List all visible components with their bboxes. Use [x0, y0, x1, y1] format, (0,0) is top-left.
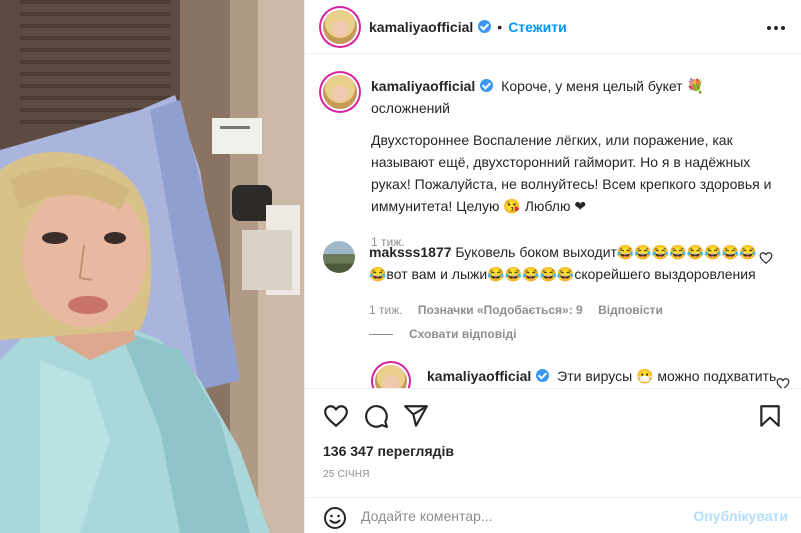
- comment-composer: Опублікувати: [305, 497, 801, 533]
- reply-like-heart-icon[interactable]: [776, 377, 790, 388]
- comment-body: maksss1877 Буковель боком выходит😂😂😂😂😂😂😂…: [369, 241, 769, 321]
- reply-comment: kamaliyaofficial Эти вирусы 😷 можно подх…: [375, 365, 785, 388]
- follow-button[interactable]: Стежити: [508, 19, 567, 35]
- caption-body: kamaliyaofficial Короче, у меня целый бу…: [371, 75, 781, 253]
- caption: kamaliyaofficial Короче, у меня целый бу…: [323, 75, 785, 253]
- post-header: kamaliyaofficial • Стежити: [305, 0, 801, 54]
- action-bar: [305, 388, 801, 442]
- verified-badge-icon: [480, 79, 494, 92]
- heart-icon[interactable]: [323, 403, 349, 429]
- comments-section[interactable]: kamaliyaofficial Короче, у меня целый бу…: [305, 55, 801, 388]
- comment-time: 1 тиж.: [369, 303, 403, 317]
- author-username[interactable]: kamaliyaofficial: [369, 19, 473, 35]
- hide-replies-button[interactable]: Сховати відповіді: [369, 327, 516, 341]
- reply-button[interactable]: Відповісти: [598, 303, 663, 317]
- commenter-username[interactable]: maksss1877: [369, 244, 452, 260]
- reply-username[interactable]: kamaliyaofficial: [427, 368, 531, 384]
- comment-likes-link[interactable]: Позначки «Подобається»: 9: [418, 303, 583, 317]
- video-frame: [0, 0, 304, 533]
- post-details-panel: kamaliyaofficial • Стежити kamaliyaoffic…: [304, 0, 801, 533]
- more-icon[interactable]: [764, 16, 788, 40]
- hide-replies-label: Сховати відповіді: [409, 327, 517, 341]
- comment-meta: 1 тиж. Позначки «Подобається»: 9 Відпові…: [369, 299, 769, 321]
- replies-line: [369, 333, 393, 335]
- reply-body: kamaliyaofficial Эти вирусы 😷 можно подх…: [427, 365, 776, 388]
- instagram-post-modal: kamaliyaofficial • Стежити kamaliyaoffic…: [0, 0, 801, 533]
- commenter-avatar[interactable]: [323, 241, 355, 273]
- view-count[interactable]: 136 347 переглядів: [323, 443, 454, 459]
- post-date[interactable]: 25 СІЧНЯ: [323, 469, 370, 480]
- separator: •: [497, 18, 503, 35]
- bookmark-icon[interactable]: [757, 403, 783, 429]
- caption-avatar[interactable]: [323, 75, 357, 109]
- comment-input[interactable]: [361, 505, 691, 527]
- author-avatar[interactable]: [323, 9, 357, 44]
- verified-badge-icon: [536, 369, 550, 382]
- caption-username[interactable]: kamaliyaofficial: [371, 78, 475, 94]
- comment: maksss1877 Буковель боком выходит😂😂😂😂😂😂😂…: [323, 241, 785, 321]
- share-icon[interactable]: [403, 403, 429, 429]
- post-video[interactable]: [0, 0, 304, 533]
- verified-badge-icon: [478, 20, 492, 33]
- comment-like-heart-icon[interactable]: [759, 251, 773, 265]
- reply-avatar[interactable]: [375, 365, 407, 388]
- reply-text: Эти вирусы 😷 можно подхватить: [557, 368, 777, 384]
- publish-button[interactable]: Опублікувати: [693, 508, 788, 524]
- caption-text: Двухстороннее Воспаление лёгких, или пор…: [371, 132, 772, 214]
- comment-icon[interactable]: [363, 403, 389, 429]
- emoji-icon[interactable]: [323, 506, 347, 530]
